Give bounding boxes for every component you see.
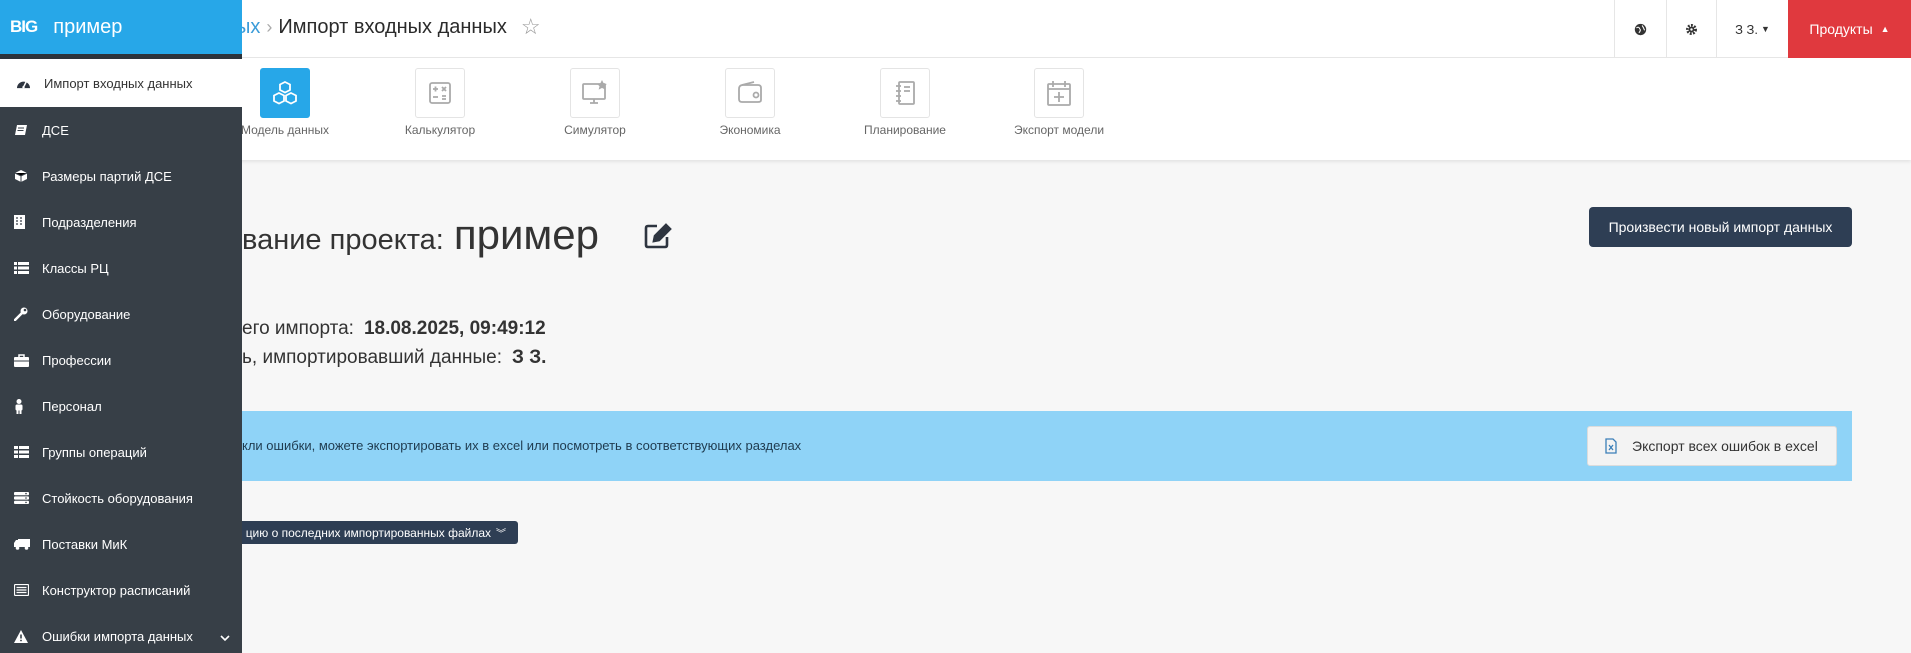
sidebar-item-wc-classes[interactable]: Классы РЦ <box>0 245 242 291</box>
list-icon <box>14 262 42 274</box>
products-button[interactable]: Продукты ▲ <box>1788 0 1911 58</box>
module-label: Симулятор <box>564 123 626 137</box>
sidebar-item-schedule-builder[interactable]: Конструктор расписаний <box>0 567 242 613</box>
recent-files-toggle-button[interactable]: цию о последних импортированных файлах ︾ <box>216 521 518 544</box>
wrench-icon <box>14 307 42 321</box>
warning-icon <box>14 629 42 643</box>
page-title-prefix: вание проекта: <box>242 224 444 256</box>
sidebar-item-label: Классы РЦ <box>42 260 109 276</box>
sidebar-project-name: пример <box>53 15 123 38</box>
calculator-icon <box>429 82 451 104</box>
double-chevron-down-icon: ︾ <box>496 529 506 540</box>
dashboard-icon <box>16 77 44 90</box>
settings-button[interactable] <box>1666 0 1716 58</box>
importer-value: З З. <box>512 347 547 368</box>
user-menu-button[interactable]: З З. ▼ <box>1716 0 1788 58</box>
user-name: З З. <box>1735 21 1758 37</box>
sidebar-item-label: Подразделения <box>42 214 137 230</box>
project-name: пример <box>453 211 600 258</box>
top-header: ых › Импорт входных данных ☆ З З. ▼ Прод… <box>0 0 1911 58</box>
export-errors-button[interactable]: Экспорт всех ошибок в excel <box>1587 426 1837 466</box>
sidebar-item-label: Импорт входных данных <box>44 75 193 91</box>
sidebar-item-equipment[interactable]: Оборудование <box>0 291 242 337</box>
caret-up-icon: ▲ <box>1880 24 1890 34</box>
last-import-value: 18.08.2025, 09:49:12 <box>363 318 546 339</box>
person-icon <box>14 398 42 414</box>
module-bar: Модель данных Калькулятор Симулятор Экон… <box>0 58 1911 160</box>
importer-info: ь, импортировавший данные: З З. <box>242 347 546 369</box>
sidebar-item-label: Группы операций <box>42 444 147 460</box>
building-icon <box>14 215 42 229</box>
sidebar-item-dse[interactable]: ДСЕ <box>0 107 242 153</box>
language-button[interactable] <box>1614 0 1666 58</box>
importer-label: ь, импортировавший данные: <box>242 347 503 368</box>
import-errors-alert: кли ошибки, можете экспортировать их в e… <box>242 411 1852 481</box>
wallet-icon <box>738 81 762 103</box>
favorite-star-icon[interactable]: ☆ <box>521 14 541 40</box>
module-economics[interactable]: Экономика <box>685 68 815 137</box>
chevron-down-icon <box>220 630 230 645</box>
products-label: Продукты <box>1809 21 1873 37</box>
module-export-model[interactable]: Экспорт модели <box>994 68 1124 137</box>
sidebar-item-operation-groups[interactable]: Группы операций <box>0 429 242 475</box>
sidebar-item-batch-sizes[interactable]: Размеры партий ДСЕ <box>0 153 242 199</box>
sidebar-item-import[interactable]: Импорт входных данных <box>0 59 242 107</box>
sidebar-item-label: Размеры партий ДСЕ <box>42 168 172 184</box>
edit-project-name-button[interactable] <box>643 222 673 255</box>
cubes-icon <box>273 80 297 105</box>
module-calculator[interactable]: Калькулятор <box>375 68 505 137</box>
recent-files-label: цию о последних импортированных файлах <box>245 525 491 540</box>
module-planning[interactable]: Планирование <box>840 68 970 137</box>
calendar-icon <box>14 584 42 596</box>
table-icon <box>14 446 42 458</box>
monitor-icon <box>582 80 607 104</box>
calendar-plus-icon <box>1047 81 1071 106</box>
sidebar-item-label: Персонал <box>42 398 102 414</box>
sidebar-item-equipment-durability[interactable]: Стойкость оборудования <box>0 475 242 521</box>
app-logo: BIG <box>10 17 38 36</box>
module-label: Калькулятор <box>404 123 476 137</box>
briefcase-icon <box>14 353 42 367</box>
module-label: Планирование <box>864 123 946 137</box>
notebook-icon <box>896 81 915 105</box>
last-import-info: его импорта: 18.08.2025, 09:49:12 <box>242 318 546 340</box>
page-title: вание проекта: пример <box>242 211 599 259</box>
alert-message: кли ошибки, можете экспортировать их в e… <box>242 438 802 453</box>
export-errors-label: Экспорт всех ошибок в excel <box>1632 438 1818 454</box>
breadcrumb-separator: › <box>266 16 273 37</box>
sidebar-item-supplies[interactable]: Поставки МиК <box>0 521 242 567</box>
sidebar-item-label: Конструктор расписаний <box>42 582 191 598</box>
sidebar-item-departments[interactable]: Подразделения <box>0 199 242 245</box>
sidebar-item-import-errors[interactable]: Ошибки импорта данных <box>0 613 242 653</box>
sidebar-item-label: ДСЕ <box>42 122 69 138</box>
sidebar-item-personnel[interactable]: Персонал <box>0 383 242 429</box>
sidebar-item-label: Оборудование <box>42 306 131 322</box>
gear-icon <box>1686 23 1697 35</box>
caret-down-icon: ▼ <box>1761 24 1770 34</box>
module-label: Экономика <box>719 123 781 137</box>
cube-icon <box>14 169 42 183</box>
sidebar-item-label: Ошибки импорта данных <box>42 628 193 644</box>
sidebar-item-label: Поставки МиК <box>42 536 128 552</box>
book-icon <box>14 124 42 136</box>
sidebar-item-label: Профессии <box>42 352 112 368</box>
truck-icon <box>14 538 42 550</box>
server-icon <box>14 492 42 504</box>
breadcrumb: ых › Импорт входных данных ☆ <box>236 14 541 40</box>
edit-icon <box>644 223 672 249</box>
sidebar-header[interactable]: BIG пример <box>0 0 242 54</box>
module-label: Экспорт модели <box>1013 123 1105 137</box>
breadcrumb-current: Импорт входных данных <box>278 15 507 38</box>
sidebar-item-label: Стойкость оборудования <box>42 490 193 506</box>
last-import-label: его импорта: <box>242 318 354 339</box>
sidebar-item-professions[interactable]: Профессии <box>0 337 242 383</box>
globe-icon <box>1634 23 1647 35</box>
new-import-button[interactable]: Произвести новый импорт данных <box>1589 207 1852 247</box>
sidebar: BIG пример Импорт входных данных ДСЕ Раз… <box>0 0 242 653</box>
excel-file-icon <box>1604 438 1618 454</box>
module-simulator[interactable]: Симулятор <box>530 68 660 137</box>
